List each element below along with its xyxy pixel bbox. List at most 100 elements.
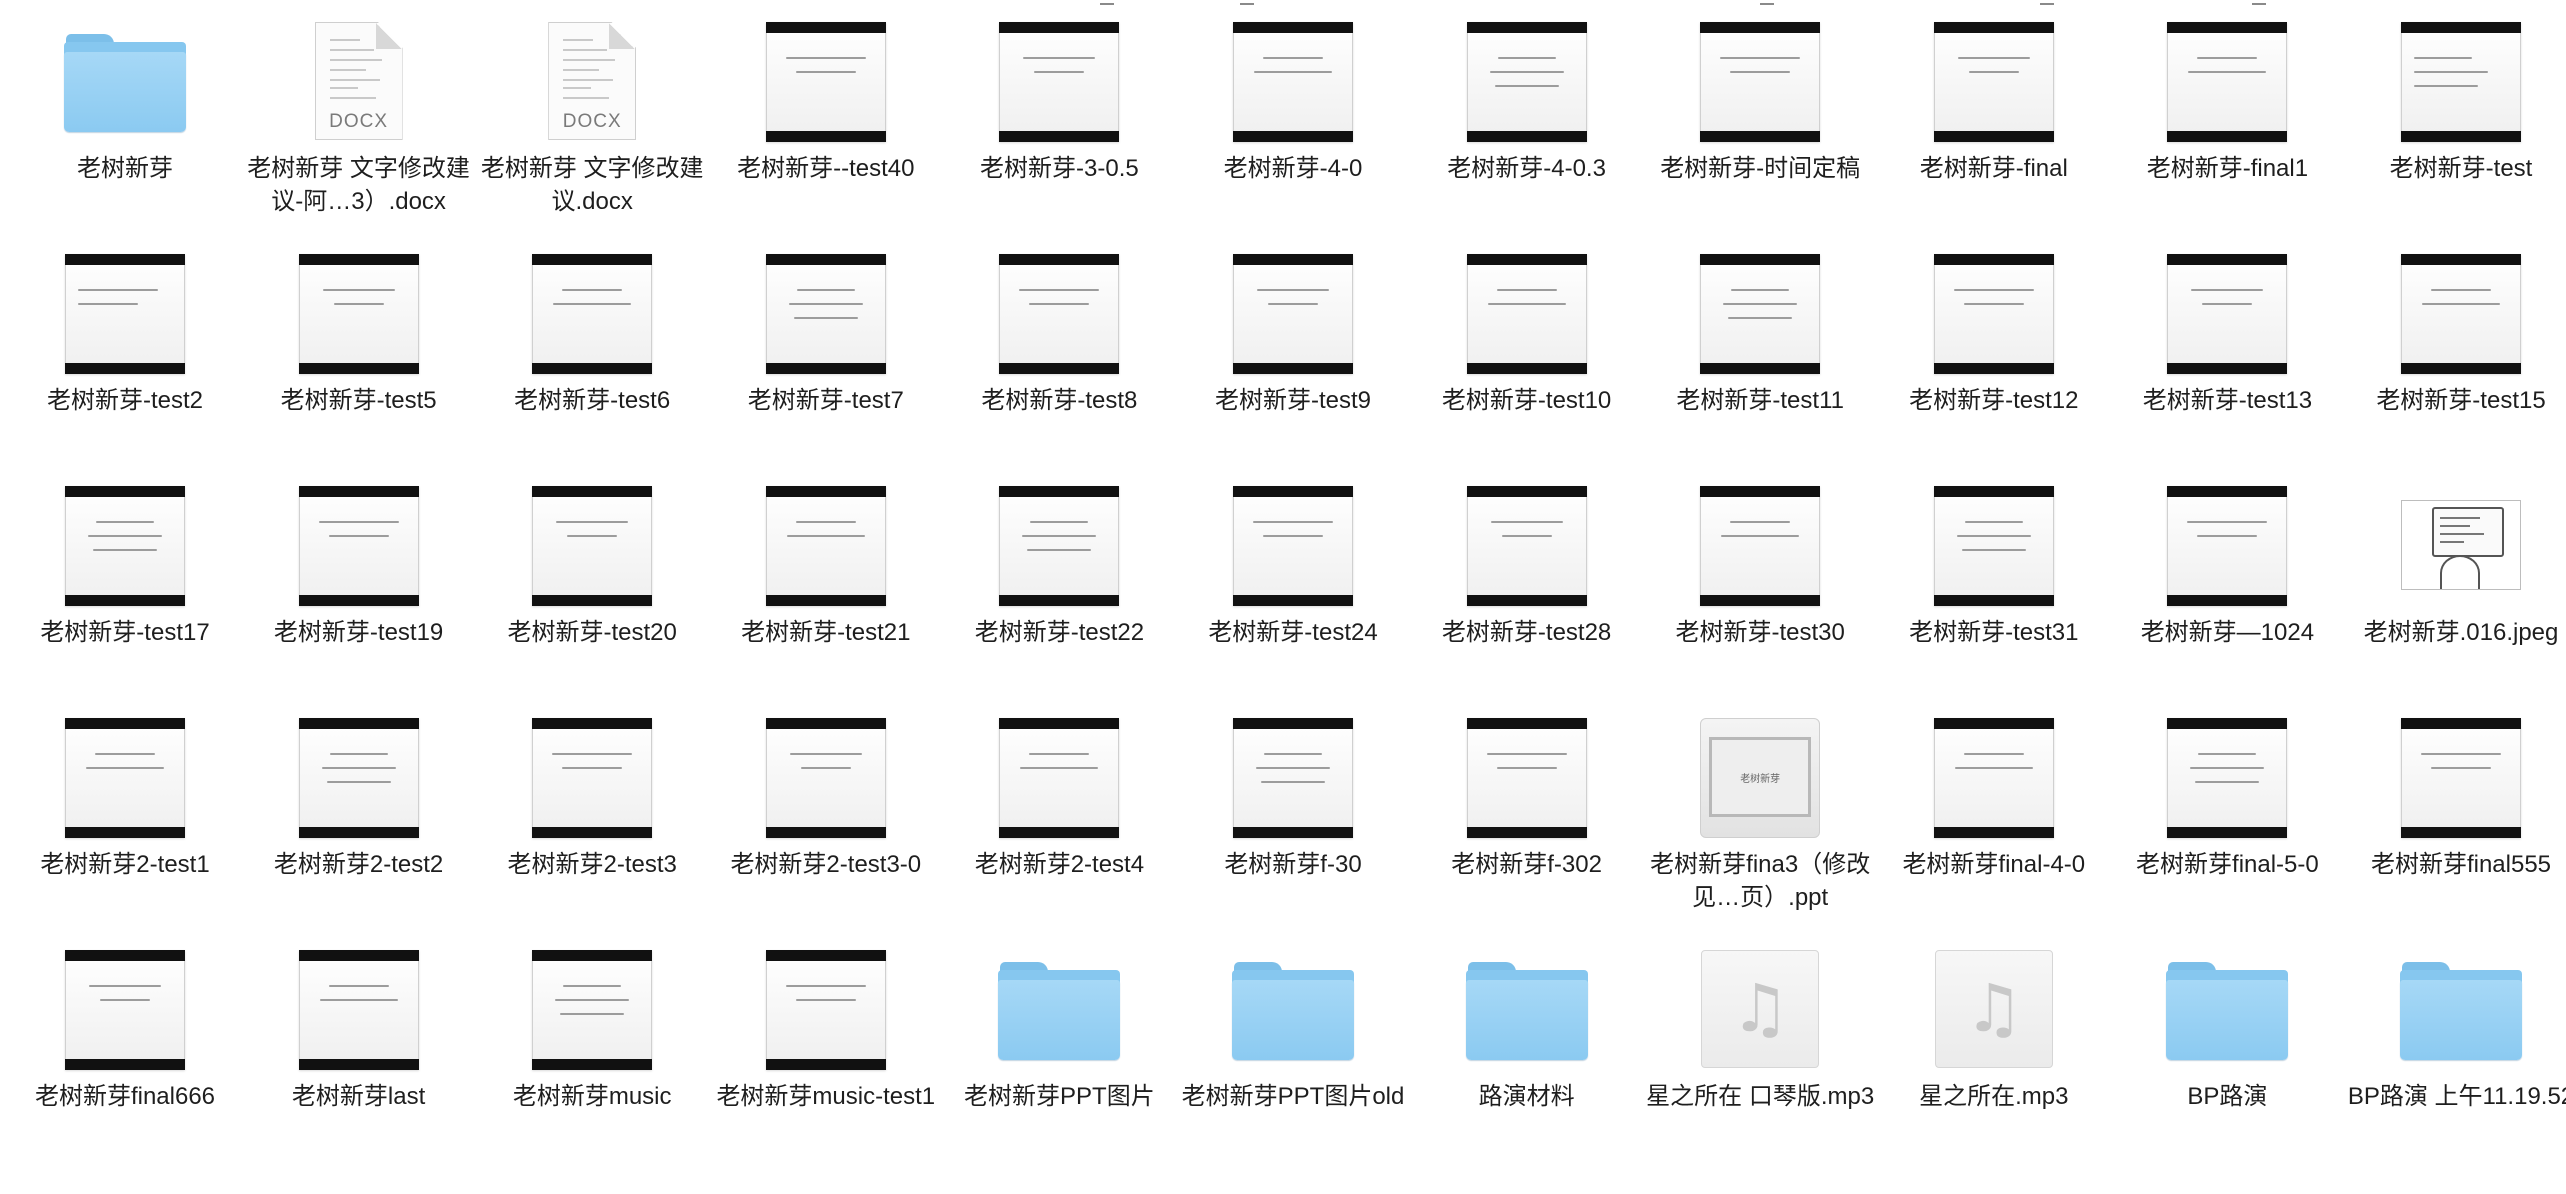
file-item[interactable]: 老树新芽-test20 xyxy=(475,486,709,718)
keynote-slide-thumbnail xyxy=(765,950,886,1070)
file-name-label: 老树新芽-test8 xyxy=(981,387,1138,414)
file-item[interactable]: DOCX 老树新芽 文字修改建议.docx xyxy=(475,22,709,254)
file-item[interactable]: 老树新芽-test5 xyxy=(242,254,476,486)
file-item[interactable]: BP路演 上午11.19.52 xyxy=(2344,950,2566,1182)
file-item[interactable]: 老树新芽-test8 xyxy=(942,254,1176,486)
file-item[interactable]: 老树新芽PPT图片old xyxy=(1176,950,1410,1182)
file-item[interactable]: 老树新芽music-test1 xyxy=(709,950,943,1182)
file-item[interactable]: DOCX 老树新芽 文字修改建议-阿…3）.docx xyxy=(242,22,476,254)
docx-file-icon: DOCX xyxy=(548,22,637,140)
file-name-label: 老树新芽-4-0.3 xyxy=(1447,155,1606,182)
file-item[interactable]: 老树新芽music xyxy=(475,950,709,1182)
file-name-label: 老树新芽2-test1 xyxy=(40,851,210,878)
file-name-label: 老树新芽2-test2 xyxy=(273,851,444,878)
file-item[interactable]: 路演材料 xyxy=(1410,950,1644,1182)
file-item[interactable]: 老树新芽final-4-0 xyxy=(1877,718,2111,950)
file-name-label: 星之所在 口琴版.mp3 xyxy=(1646,1083,1875,1110)
file-item[interactable]: 老树新芽2-test3 xyxy=(475,718,709,950)
file-name-label: 老树新芽-test17 xyxy=(40,619,210,646)
file-item[interactable]: BP路演 xyxy=(2110,950,2344,1182)
file-item[interactable]: 老树新芽-4-0.3 xyxy=(1410,22,1644,254)
file-item[interactable]: 老树新芽-test10 xyxy=(1410,254,1644,486)
docx-file-icon: DOCX xyxy=(314,22,403,140)
keynote-slide-thumbnail xyxy=(1466,718,1587,838)
file-item[interactable]: 老树新芽-test31 xyxy=(1877,486,2111,718)
file-item[interactable]: 老树新芽-test17 xyxy=(8,486,242,718)
keynote-slide-thumbnail xyxy=(2167,254,2288,374)
file-item[interactable]: 老树新芽last xyxy=(242,950,476,1182)
file-item[interactable]: 老树新芽f-302 xyxy=(1410,718,1644,950)
file-item[interactable]: 老树新芽-4-0 xyxy=(1176,22,1410,254)
file-item[interactable]: 老树新芽-final1 xyxy=(2110,22,2344,254)
keynote-slide-thumbnail xyxy=(1700,22,1821,142)
keynote-slide-thumbnail xyxy=(999,254,1120,374)
file-item[interactable]: 老树新芽-test6 xyxy=(475,254,709,486)
keynote-slide-thumbnail xyxy=(65,486,185,606)
keynote-slide-thumbnail xyxy=(1233,22,1353,142)
file-item[interactable]: 老树新芽--test40 xyxy=(709,22,943,254)
file-name-label: 老树新芽—1024 xyxy=(2140,619,2315,646)
file-name-label: 老树新芽-test22 xyxy=(974,619,1145,646)
file-name-label: 老树新芽-test7 xyxy=(747,387,904,414)
file-item[interactable]: ♫ 星之所在.mp3 xyxy=(1877,950,2111,1182)
file-item[interactable]: 老树新芽final666 xyxy=(8,950,242,1182)
file-name-label: 老树新芽--test40 xyxy=(737,155,915,182)
file-item[interactable]: 老树新芽final-5-0 xyxy=(2110,718,2344,950)
file-name-label: 老树新芽-final xyxy=(1919,155,2068,182)
file-name-label: 老树新芽fina3（修改见…页）.ppt xyxy=(1650,851,1871,911)
file-item[interactable]: 老树新芽2-test1 xyxy=(8,718,242,950)
keynote-slide-thumbnail xyxy=(532,486,653,606)
file-name-label: 老树新芽-test20 xyxy=(507,619,677,646)
file-item[interactable]: 老树新芽-test19 xyxy=(242,486,476,718)
file-item[interactable]: 老树新芽2-test2 xyxy=(242,718,476,950)
file-name-label: BP路演 xyxy=(2187,1083,2268,1110)
file-item[interactable]: 老树新芽-test21 xyxy=(709,486,943,718)
keynote-slide-thumbnail xyxy=(2401,22,2521,142)
file-name-label: 老树新芽f-302 xyxy=(1451,851,1602,878)
file-item[interactable]: 老树新芽-test11 xyxy=(1643,254,1877,486)
file-item[interactable]: 老树新芽-test2 xyxy=(8,254,242,486)
file-icon-grid: 老树新芽 DOCX 老树新芽 文字修改建议-阿…3）.docx DOCX 老树新芽 文字… xyxy=(8,22,2566,1192)
keynote-slide-thumbnail xyxy=(1466,22,1587,142)
file-item[interactable]: 老树新芽-时间定稿 xyxy=(1643,22,1877,254)
file-item[interactable]: 老树新芽-test12 xyxy=(1877,254,2111,486)
file-name-label: 老树新芽PPT图片old xyxy=(1181,1083,1405,1110)
file-item[interactable]: 老树新芽-test xyxy=(2344,22,2566,254)
keynote-slide-thumbnail xyxy=(1700,254,1821,374)
file-type-badge: DOCX xyxy=(562,111,622,132)
file-item[interactable]: 老树新芽-test13 xyxy=(2110,254,2344,486)
keynote-slide-thumbnail xyxy=(298,718,419,838)
keynote-slide-thumbnail xyxy=(1233,486,1353,606)
file-item[interactable]: 老树新芽.016.jpeg xyxy=(2344,486,2566,718)
file-name-label: 老树新芽-test28 xyxy=(1441,619,1612,646)
keynote-slide-thumbnail xyxy=(1933,718,2054,838)
file-item[interactable]: 老树新芽2-test3-0 xyxy=(709,718,943,950)
keynote-slide-thumbnail xyxy=(765,254,886,374)
file-item[interactable]: 老树新芽-test7 xyxy=(709,254,943,486)
file-item[interactable]: 老树新芽-test28 xyxy=(1410,486,1644,718)
file-item[interactable]: 老树新芽-test22 xyxy=(942,486,1176,718)
keynote-slide-thumbnail xyxy=(1233,718,1353,838)
file-item[interactable]: 老树新芽f-30 xyxy=(1176,718,1410,950)
file-name-label: 老树新芽-test21 xyxy=(741,619,911,646)
file-item[interactable]: 老树新芽 老树新芽fina3（修改见…页）.ppt xyxy=(1643,718,1877,950)
file-item[interactable]: 老树新芽-final xyxy=(1877,22,2111,254)
file-name-label: BP路演 上午11.19.52 xyxy=(2347,1083,2566,1110)
file-item[interactable]: ♫ 星之所在 口琴版.mp3 xyxy=(1643,950,1877,1182)
file-item[interactable]: 老树新芽2-test4 xyxy=(942,718,1176,950)
file-name-label: 老树新芽final-4-0 xyxy=(1902,851,2086,878)
keynote-slide-thumbnail xyxy=(532,950,653,1070)
file-item[interactable]: 老树新芽final555 xyxy=(2344,718,2566,950)
file-item[interactable]: 老树新芽-test24 xyxy=(1176,486,1410,718)
file-item[interactable]: 老树新芽 xyxy=(8,22,242,254)
file-name-label: 老树新芽-test9 xyxy=(1214,387,1372,414)
clipped-row-above xyxy=(0,0,2566,5)
file-item[interactable]: 老树新芽-3-0.5 xyxy=(942,22,1176,254)
file-item[interactable]: 老树新芽PPT图片 xyxy=(942,950,1176,1182)
keynote-slide-thumbnail xyxy=(765,22,886,142)
file-item[interactable]: 老树新芽—1024 xyxy=(2110,486,2344,718)
file-item[interactable]: 老树新芽-test30 xyxy=(1643,486,1877,718)
keynote-slide-thumbnail xyxy=(2401,718,2521,838)
file-item[interactable]: 老树新芽-test9 xyxy=(1176,254,1410,486)
file-item[interactable]: 老树新芽-test15 xyxy=(2344,254,2566,486)
